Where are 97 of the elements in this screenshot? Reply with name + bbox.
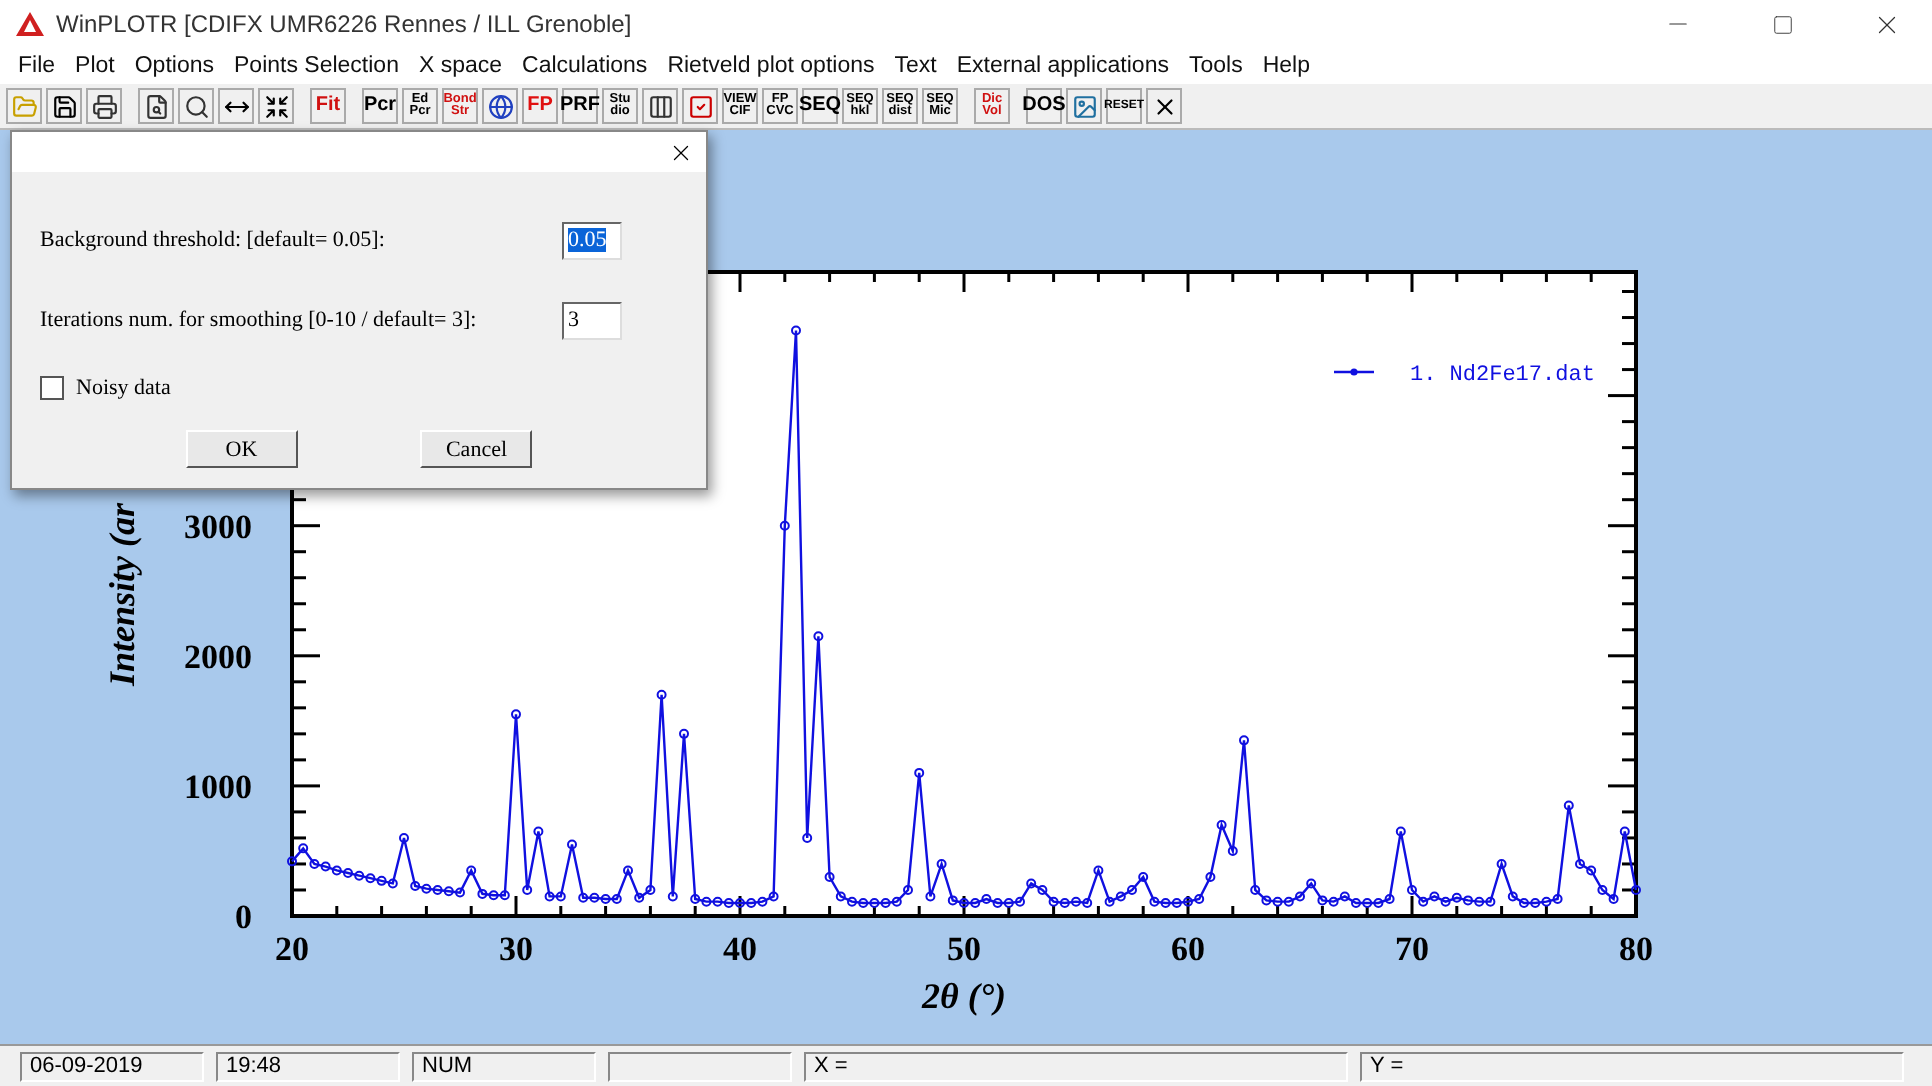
data-point (1138, 871, 1149, 882)
columns-icon (647, 93, 673, 119)
x-tick-label: 40 (723, 930, 757, 968)
close-icon (1151, 93, 1177, 119)
app-logo-icon (16, 12, 44, 36)
toolbar-button[interactable]: DOS (1026, 88, 1062, 124)
data-point (399, 832, 409, 843)
toolbar-button[interactable] (86, 88, 122, 124)
window-title: WinPLOTR [CDIFX UMR6226 Rennes / ILL Grenoble] (56, 10, 634, 38)
data-point (1563, 800, 1574, 811)
y-tick-label: 1000 (184, 767, 252, 806)
toolbar-button[interactable] (178, 88, 214, 124)
field-label: Iterations num. for smoothing [0-10 / default= 3]: (40, 308, 477, 332)
image-icon (1071, 93, 1097, 119)
data-point (1239, 735, 1249, 746)
checkbox-label: Noisy data (76, 376, 171, 400)
data-point (667, 891, 678, 902)
data-point (824, 871, 835, 882)
save-icon (51, 93, 77, 119)
menu-item[interactable]: Tools (1178, 54, 1253, 78)
data-point (567, 839, 577, 850)
status-panel: NUM (412, 1051, 596, 1081)
toolbar-button[interactable]: FP (522, 88, 558, 124)
menu-item[interactable]: Options (124, 54, 224, 78)
toolbar-button[interactable] (46, 88, 82, 124)
data-point (1395, 826, 1406, 837)
data-point (522, 885, 533, 895)
toolbar-button[interactable] (258, 88, 294, 124)
preview-icon (143, 93, 169, 119)
menu-item[interactable]: Text (884, 54, 947, 78)
menu-item[interactable]: Points Selection (224, 54, 409, 78)
folder-icon (11, 93, 37, 119)
x-tick-label: 60 (1171, 930, 1205, 968)
x-tick-label: 80 (1619, 930, 1653, 968)
field-label: Background threshold: [default= 0.05]: (40, 228, 385, 252)
x-tick-label: 20 (275, 930, 309, 968)
data-point (779, 520, 790, 531)
y-axis-title: Intensity (ar (102, 502, 142, 686)
data-point (791, 325, 801, 336)
toolbar-button[interactable] (218, 88, 254, 124)
data-point (1227, 845, 1238, 856)
data-point (1631, 885, 1641, 895)
menu-item[interactable]: File (8, 54, 66, 78)
maximize-icon[interactable] (1771, 13, 1793, 35)
toolbar-button[interactable]: SEQ (802, 88, 838, 124)
data-point (511, 709, 521, 720)
y-tick-label: 3000 (184, 507, 252, 546)
data-point (623, 865, 633, 876)
x-tick-label: 50 (947, 930, 981, 968)
data-point (1496, 858, 1507, 869)
data-point (1093, 865, 1104, 876)
search-icon (183, 93, 209, 119)
toolbar-button[interactable] (482, 88, 518, 124)
x-tick-label: 30 (499, 930, 533, 968)
toolbar-button[interactable] (1146, 88, 1182, 124)
data-point (936, 858, 947, 869)
data-point (679, 728, 689, 739)
status-panel: 06-09-2019 (20, 1051, 204, 1081)
dialog-button[interactable]: Cancel (420, 430, 533, 468)
printer-icon (91, 93, 117, 119)
toolbar-button[interactable] (138, 88, 174, 124)
input-field[interactable]: 0.05 (562, 221, 622, 259)
data-point (802, 832, 813, 843)
status-panel: 19:48 (216, 1051, 400, 1081)
x-tick-label: 70 (1395, 930, 1429, 968)
toolbar-button[interactable]: Pcr (362, 88, 398, 124)
data-point (1619, 826, 1630, 837)
data-point (813, 631, 824, 642)
legend-line-icon (1334, 368, 1374, 376)
data-point (925, 891, 936, 902)
data-point (914, 767, 925, 778)
data-point (1205, 871, 1216, 882)
globe-icon (487, 93, 513, 119)
shrink-icon (263, 93, 289, 119)
toolbar-button[interactable]: Fit (310, 88, 346, 124)
legend-label: 1. Nd2Fe17.dat (1410, 364, 1595, 388)
menu-item[interactable]: Rietveld plot options (657, 54, 885, 78)
input-field[interactable]: 3 (562, 301, 622, 339)
y-tick-label: 2000 (184, 637, 252, 676)
checkbox[interactable] (40, 376, 64, 400)
x-axis-title: 2θ (°) (921, 976, 1007, 1016)
data-point (656, 689, 667, 700)
menu-item[interactable]: External applications (946, 54, 1179, 78)
checkbox-icon (687, 93, 713, 119)
y-tick-label: 0 (235, 898, 252, 936)
menu-item[interactable]: Plot (65, 54, 125, 78)
menu-item[interactable]: X space (408, 54, 513, 78)
status-panel: X = (804, 1051, 1348, 1081)
data-point (533, 826, 544, 837)
menu-item[interactable]: Help (1252, 54, 1320, 78)
toolbar-button[interactable] (642, 88, 678, 124)
data-point (466, 865, 477, 876)
data-point (1216, 819, 1227, 830)
dialog-button[interactable]: OK (185, 430, 298, 468)
menu-item[interactable]: Calculations (512, 54, 658, 78)
toolbar-button[interactable]: PRF (562, 88, 598, 124)
status-panel: Y = (1360, 1051, 1904, 1081)
